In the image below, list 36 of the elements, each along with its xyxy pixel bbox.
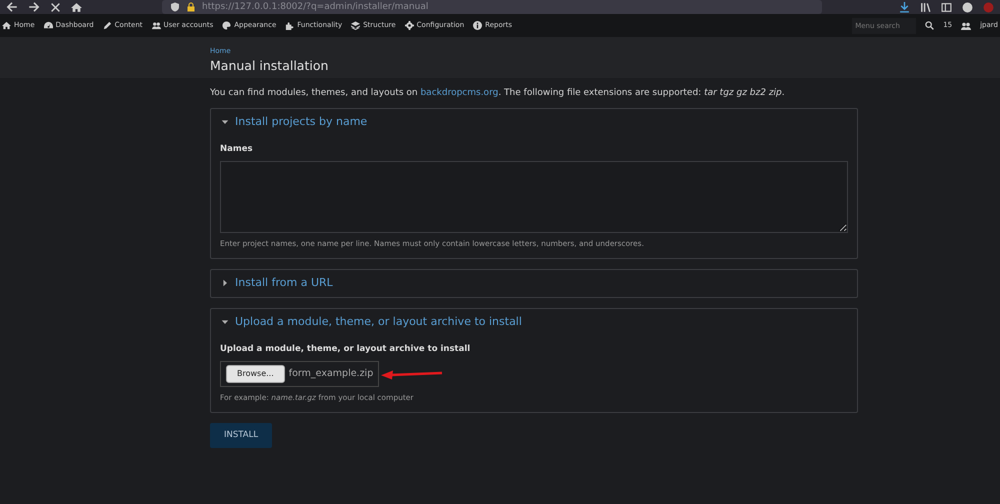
section-toggle[interactable]: Install from a URL [211,270,857,296]
lock-icon [186,2,196,12]
gauge-icon [44,21,53,30]
sidebar-icon[interactable] [941,2,952,12]
url-text: https://127.0.0.1:8002/?q=admin/installer/manual [202,2,428,12]
intro-text: You can find modules, themes, and layouts on backdropcms.org. The following file extensions are supported: tar tgz gz bz2 zip. [210,87,786,100]
palette-icon [222,21,232,30]
pencil-icon [102,21,112,30]
annotation-arrow [381,368,444,380]
browse-button[interactable]: Browse... [226,364,285,383]
gear-icon [404,21,414,30]
users-icon[interactable] [961,20,972,30]
page-title: Manual installation [210,58,330,73]
info-icon [473,21,482,30]
section-toggle[interactable]: Upload a module, theme, or layout archive to install [211,308,857,335]
caret-icon [221,279,229,288]
field-label: Upload a module, theme, or layout archive to install [220,343,472,356]
search-icon[interactable] [925,21,934,30]
download-icon[interactable] [899,2,910,12]
forward-icon[interactable] [28,1,40,13]
caret-icon [221,118,229,126]
puzzle-icon [285,21,294,30]
field-label: Names [220,143,254,156]
section-toggle[interactable]: Install projects by name [211,108,857,135]
home-icon [2,21,11,30]
install-button[interactable]: INSTALL [210,423,272,448]
close-icon[interactable] [50,2,61,12]
file-input[interactable]: Browse... form_example.zip [220,360,380,387]
home-icon[interactable] [71,2,82,12]
users-icon [152,21,160,30]
link[interactable]: backdropcms.org [420,88,498,98]
caret-icon [221,318,229,326]
back-icon[interactable] [6,1,18,13]
file-name: form_example.zip [288,366,374,381]
library-icon[interactable] [920,2,931,12]
layers-icon [351,21,360,30]
